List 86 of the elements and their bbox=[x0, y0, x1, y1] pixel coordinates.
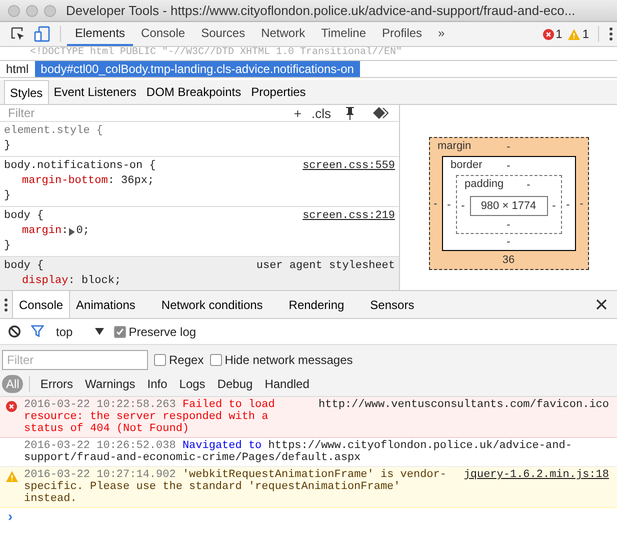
level-filter[interactable]: Warnings bbox=[81, 375, 140, 393]
drawer-tab[interactable]: Animations bbox=[70, 291, 142, 318]
closing-brace: } bbox=[4, 190, 11, 202]
drawer-tab[interactable]: Network conditions bbox=[155, 291, 269, 318]
rule-origin: user agent stylesheet bbox=[256, 259, 395, 274]
source-link[interactable]: screen.css:219 bbox=[302, 209, 395, 224]
box-label: padding bbox=[464, 178, 504, 190]
clear-console-icon[interactable] bbox=[8, 325, 21, 338]
filter-icon[interactable] bbox=[31, 325, 44, 338]
level-filter[interactable]: Errors bbox=[36, 375, 78, 393]
regex-checkbox[interactable]: Regex bbox=[154, 353, 204, 367]
error-icon bbox=[6, 401, 17, 412]
panel-tab[interactable]: Profiles bbox=[374, 22, 430, 46]
rule-selector: body { bbox=[4, 209, 44, 224]
box-value: 36 bbox=[502, 254, 515, 266]
box-value: - bbox=[432, 196, 438, 212]
box-value: - bbox=[565, 198, 571, 212]
drawer-tab[interactable]: Sensors bbox=[364, 291, 420, 318]
box-value: - bbox=[506, 236, 510, 248]
drawer-tab[interactable]: Console bbox=[12, 291, 70, 318]
rule-selector: body.notifications-on { bbox=[4, 159, 156, 174]
box-value: - bbox=[578, 196, 584, 212]
preserve-log-checkbox[interactable]: Preserve log bbox=[114, 324, 196, 338]
message-text: 2016-03-22 10:26:52.038 Navigated to https://www.cityoflondon.police.uk/advice-and-support/fraud-and-economic-crime/Pages/default.aspx bbox=[24, 440, 573, 464]
style-property: display: block; bbox=[21, 274, 122, 289]
more-tabs-button[interactable]: » bbox=[430, 22, 453, 46]
source-link[interactable]: screen.css:559 bbox=[302, 159, 395, 174]
box-value: - bbox=[446, 198, 452, 212]
message-text: 2016-03-22 10:22:58.263 Failed to load resource: the server responded with a status of 404 (Not Found) bbox=[24, 399, 276, 435]
content-size: 980 × 1774 bbox=[470, 196, 548, 216]
rule-selector: body { bbox=[4, 259, 44, 274]
panel-tab[interactable]: Network bbox=[253, 22, 314, 46]
console-filter-field[interactable]: Filter bbox=[2, 350, 148, 370]
breadcrumb[interactable]: body#ctl00_colBody.tmp-landing.cls-advice.notifications-on bbox=[34, 61, 360, 77]
level-filter[interactable]: Debug bbox=[213, 375, 257, 393]
console-prompt[interactable]: › bbox=[0, 508, 617, 524]
styles-filter-field[interactable]: Filter bbox=[6, 105, 284, 121]
box-label: border bbox=[450, 159, 482, 171]
box-value: - bbox=[460, 198, 466, 214]
sidebar-tab[interactable]: Styles bbox=[4, 80, 49, 104]
class-toggle-button[interactable]: .cls bbox=[312, 106, 331, 120]
source-link[interactable]: jquery-1.6.2.min.js:18 bbox=[464, 469, 609, 481]
error-counter[interactable]: 1 bbox=[540, 22, 566, 46]
hide-network-checkbox[interactable]: Hide network messages bbox=[210, 353, 353, 367]
style-property: margin-bottom: 36px; bbox=[21, 174, 156, 189]
menu-icon[interactable] bbox=[609, 27, 613, 41]
error-icon bbox=[542, 28, 554, 40]
resource-url[interactable]: http://www.ventusconsultants.com/favicon.ico bbox=[318, 399, 609, 411]
box-value: - bbox=[526, 179, 530, 191]
level-filter[interactable]: Logs bbox=[175, 375, 210, 393]
panel-tab[interactable]: Timeline bbox=[313, 22, 374, 46]
message-text: 2016-03-22 10:27:14.902 'webkitRequestAnimationFrame' is vendor-specific. Please use the standard 'requestAnimationFrame' instead. bbox=[24, 469, 448, 505]
inspect-cursor-icon[interactable] bbox=[10, 26, 26, 42]
style-property: margin: 0; bbox=[21, 224, 90, 239]
box-value: - bbox=[506, 141, 510, 153]
level-filter[interactable]: Info bbox=[143, 375, 172, 393]
sidebar-tab[interactable]: DOM Breakpoints bbox=[141, 80, 246, 104]
rule-selector: element.style { bbox=[4, 124, 104, 139]
box-value: - bbox=[551, 198, 557, 214]
panel-tab[interactable]: Elements bbox=[67, 22, 134, 46]
level-filter[interactable]: Handled bbox=[260, 375, 314, 393]
closing-brace: } bbox=[4, 140, 11, 152]
panel-tab[interactable]: Console bbox=[133, 22, 194, 46]
diamond-icon[interactable] bbox=[373, 107, 389, 119]
pin-icon[interactable] bbox=[345, 106, 355, 120]
sidebar-tab[interactable]: Event Listeners bbox=[48, 80, 142, 104]
warning-counter[interactable]: 1 bbox=[565, 22, 592, 46]
closing-brace: } bbox=[4, 240, 11, 252]
drawer-tab[interactable]: Rendering bbox=[282, 291, 350, 318]
context-selector[interactable]: top bbox=[56, 324, 73, 338]
checkmark-icon bbox=[116, 328, 124, 336]
new-rule-button[interactable]: + bbox=[294, 106, 302, 120]
box-value: - bbox=[506, 160, 510, 172]
drawer-menu-icon[interactable] bbox=[4, 298, 8, 312]
dropdown-icon[interactable] bbox=[94, 328, 104, 335]
box-label: margin bbox=[438, 140, 472, 152]
panel-tab[interactable]: Sources bbox=[193, 22, 254, 46]
dom-tree-line: <!DOCTYPE html PUBLIC "-//W3C//DTD XHTML 1.0 Transitional//EN" bbox=[29, 47, 404, 60]
warning-icon bbox=[6, 471, 18, 482]
device-icon[interactable] bbox=[34, 26, 50, 42]
box-value: - bbox=[506, 219, 510, 231]
expand-icon[interactable] bbox=[68, 228, 76, 236]
window-title: Developer Tools - https://www.cityoflondon.police.uk/advice-and-support/fraud-and-eco... bbox=[66, 3, 576, 18]
sidebar-tab[interactable]: Properties bbox=[246, 80, 311, 104]
warning-icon bbox=[568, 28, 580, 40]
close-icon[interactable] bbox=[596, 299, 607, 310]
